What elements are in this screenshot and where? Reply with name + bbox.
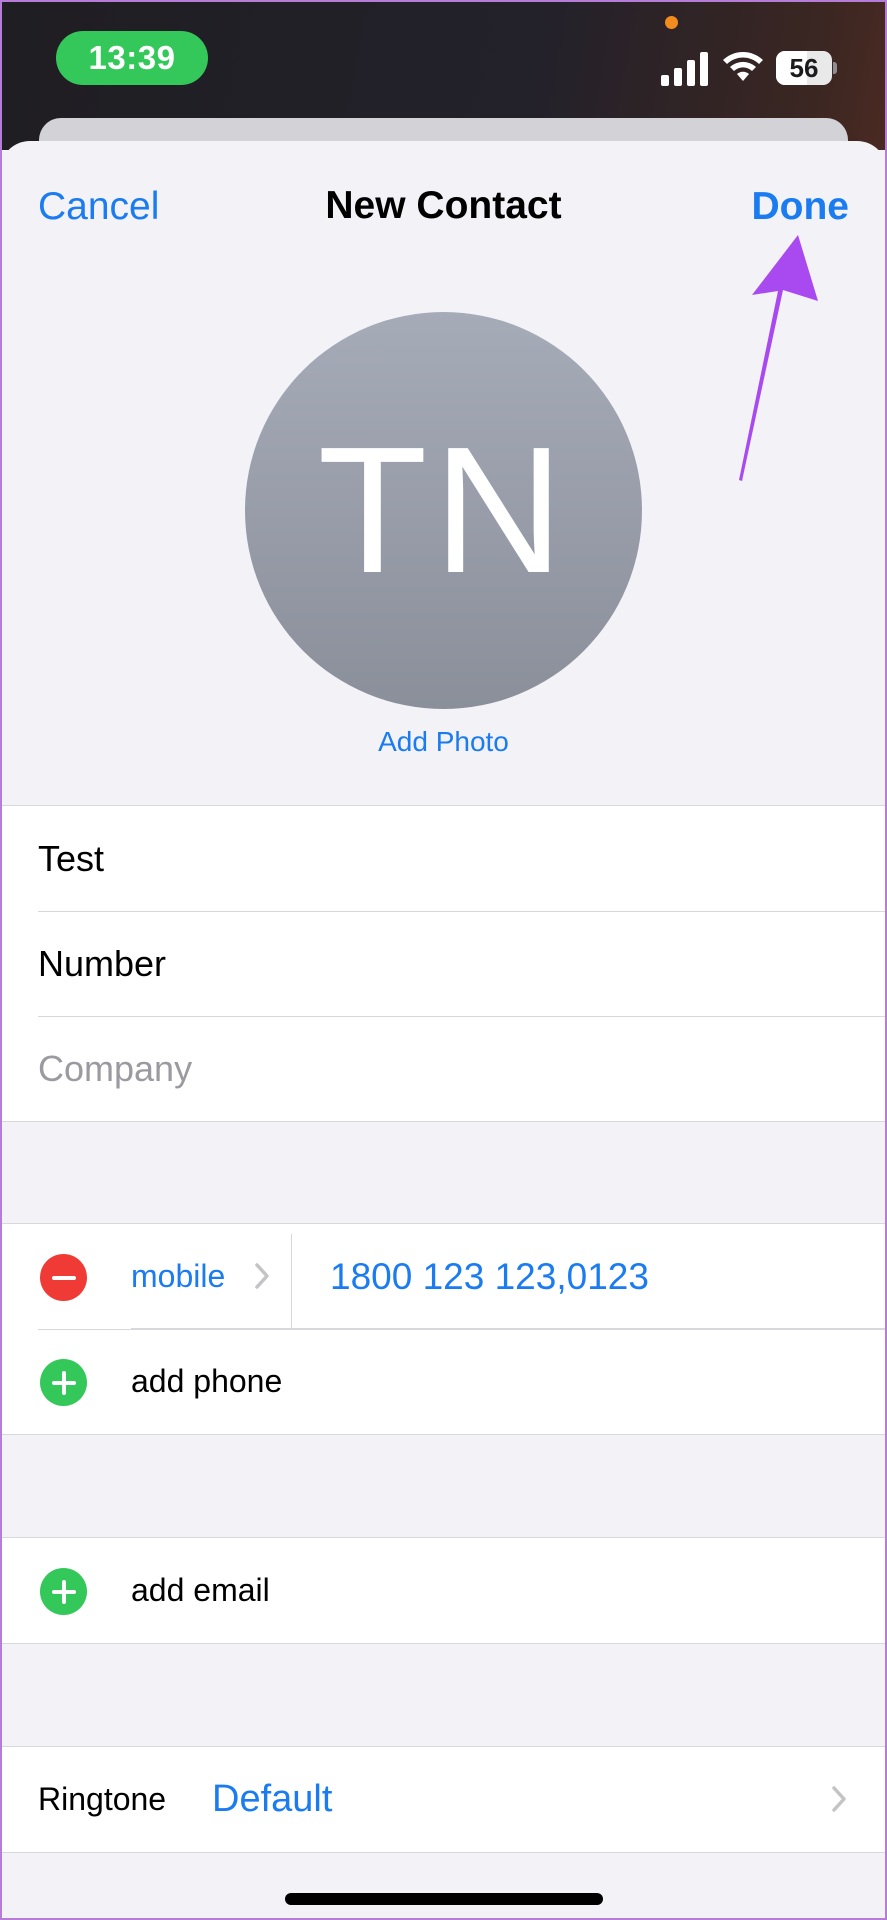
plus-icon [40,1568,87,1615]
wifi-icon [723,52,763,81]
phone-number-field[interactable]: 1800 123 123,0123 [330,1224,649,1329]
add-email-label: add email [131,1572,270,1608]
company-field[interactable]: Company [0,1016,887,1121]
phone-label-selector[interactable]: mobile [131,1224,225,1329]
phone-group: mobile 1800 123 123,0123 add phone [0,1223,887,1435]
divider [291,1234,292,1329]
phone-row: mobile 1800 123 123,0123 [0,1224,887,1329]
annotation-arrow-icon [739,235,818,481]
chevron-right-icon [832,1786,846,1812]
ringtone-label: Ringtone [38,1781,167,1817]
ringtone-value: Default [212,1778,333,1820]
battery-icon: 56 [776,51,837,85]
last-name-field[interactable]: Number [0,911,887,1016]
avatar[interactable]: TN [245,312,642,709]
add-email-row[interactable]: add email [0,1538,887,1643]
add-phone-label: add phone [131,1363,283,1399]
cellular-signal-icon [661,52,708,86]
remove-phone-button[interactable] [40,1254,87,1301]
privacy-indicator-dot [665,16,678,29]
home-indicator [285,1893,603,1905]
ringtone-group: Ringtone Default [0,1746,887,1853]
chevron-right-icon [255,1263,269,1289]
email-group: add email [0,1537,887,1644]
add-phone-row[interactable]: add phone [0,1329,887,1434]
last-name-value: Number [38,942,167,984]
name-fields-group: Test Number Company [0,805,887,1122]
first-name-field[interactable]: Test [0,806,887,911]
plus-icon [40,1359,87,1406]
ringtone-row[interactable]: Ringtone Default [0,1747,887,1852]
battery-level: 56 [789,52,819,83]
done-button[interactable]: Done [752,185,850,229]
status-time: 13:39 [56,31,208,85]
first-name-value: Test [38,837,105,879]
add-photo-button[interactable]: Add Photo [0,726,887,758]
company-placeholder: Company [38,1047,193,1089]
